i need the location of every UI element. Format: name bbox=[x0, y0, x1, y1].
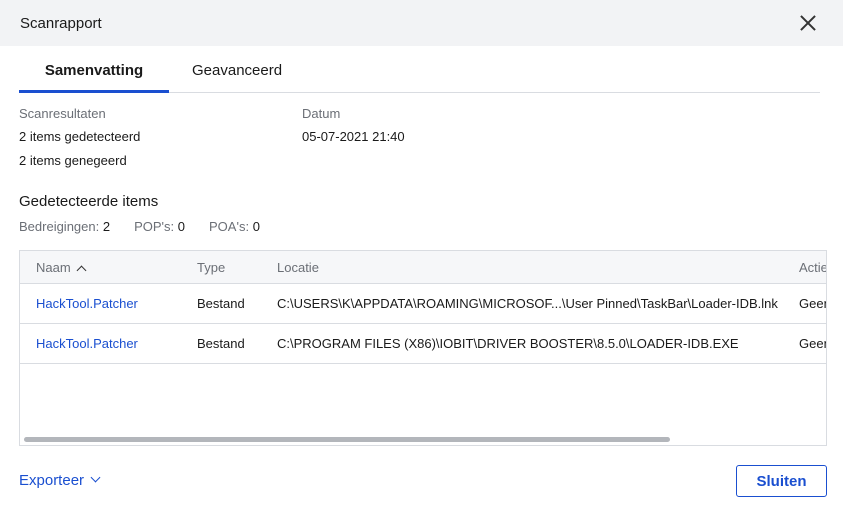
pup-count: POP's: 0 bbox=[134, 219, 185, 234]
threat-action: Geen bbox=[799, 296, 826, 311]
dialog-title: Scanrapport bbox=[20, 14, 102, 32]
detected-items-table: Naam Type Locatie Actie HackTool.Patcher… bbox=[19, 250, 827, 446]
pup-count-label: POP's: bbox=[134, 219, 175, 234]
column-header-name[interactable]: Naam bbox=[36, 251, 87, 284]
detected-count-text: 2 items gedetecteerd bbox=[19, 129, 141, 144]
detected-items-title: Gedetecteerde items bbox=[19, 193, 159, 210]
threats-count: Bedreigingen: 2 bbox=[19, 219, 110, 234]
table-header: Naam Type Locatie Actie bbox=[20, 251, 826, 284]
tab-geavanceerd[interactable]: Geavanceerd bbox=[192, 46, 282, 93]
column-header-type[interactable]: Type bbox=[197, 251, 225, 284]
threats-count-label: Bedreigingen: bbox=[19, 219, 100, 234]
export-label: Exporteer bbox=[19, 472, 85, 489]
threat-type: Bestand bbox=[197, 296, 245, 311]
pum-count-label: POA's: bbox=[209, 219, 250, 234]
date-label: Datum bbox=[302, 106, 341, 121]
chevron-down-icon bbox=[90, 472, 101, 483]
date-value: 05-07-2021 21:40 bbox=[302, 129, 405, 144]
tab-bar: Samenvatting Geavanceerd bbox=[19, 46, 820, 93]
column-header-location[interactable]: Locatie bbox=[277, 251, 319, 284]
column-header-action[interactable]: Actie bbox=[799, 251, 826, 284]
threat-name-link[interactable]: HackTool.Patcher bbox=[36, 284, 138, 324]
dialog-titlebar: Scanrapport bbox=[0, 0, 843, 46]
horizontal-scrollbar[interactable] bbox=[24, 437, 670, 442]
threat-location: C:\USERS\K\APPDATA\ROAMING\MICROSOF...\U… bbox=[277, 296, 778, 311]
table-row[interactable]: HackTool.Patcher Bestand C:\USERS\K\APPD… bbox=[20, 284, 826, 324]
threat-name-link[interactable]: HackTool.Patcher bbox=[36, 324, 138, 364]
close-icon[interactable] bbox=[799, 14, 817, 32]
pup-count-value: 0 bbox=[177, 219, 186, 234]
table-row[interactable]: HackTool.Patcher Bestand C:\PROGRAM FILE… bbox=[20, 324, 826, 364]
threat-counts: Bedreigingen: 2 POP's: 0 POA's: 0 bbox=[19, 219, 284, 234]
threat-location: C:\PROGRAM FILES (X86)\IOBIT\DRIVER BOOS… bbox=[277, 336, 739, 351]
scan-results-label: Scanresultaten bbox=[19, 106, 106, 121]
pum-count-value: 0 bbox=[252, 219, 260, 234]
column-header-name-label: Naam bbox=[36, 260, 71, 275]
tab-samenvatting[interactable]: Samenvatting bbox=[19, 46, 169, 93]
threats-count-value: 2 bbox=[102, 219, 111, 234]
ignored-count-text: 2 items genegeerd bbox=[19, 153, 127, 168]
pum-count: POA's: 0 bbox=[209, 219, 260, 234]
sort-ascending-icon bbox=[76, 265, 87, 276]
export-dropdown[interactable]: Exporteer bbox=[19, 472, 101, 489]
close-button[interactable]: Sluiten bbox=[736, 465, 827, 497]
threat-action: Geen bbox=[799, 336, 826, 351]
threat-type: Bestand bbox=[197, 336, 245, 351]
